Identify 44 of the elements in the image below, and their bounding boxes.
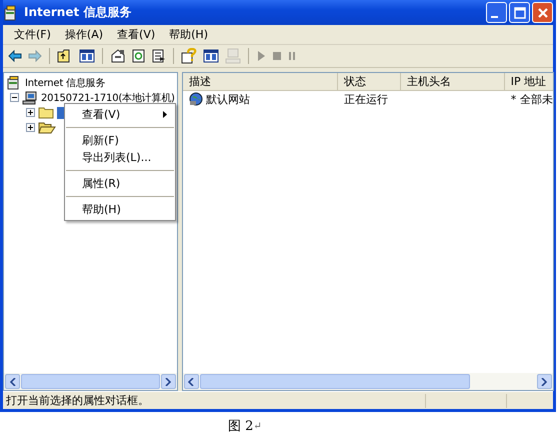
context-menu-item[interactable]: 属性(R) bbox=[65, 175, 175, 192]
paragraph-mark: ↵ bbox=[253, 420, 262, 432]
folder-icon bbox=[38, 106, 54, 119]
context-menu-item[interactable]: 刷新(F) bbox=[65, 132, 175, 149]
menu-item[interactable]: 文件(F) bbox=[14, 27, 51, 42]
panes-icon[interactable] bbox=[79, 49, 95, 63]
properties-icon[interactable] bbox=[110, 49, 126, 63]
column-header[interactable]: 主机头名 bbox=[400, 73, 505, 90]
column-header[interactable]: 描述 bbox=[182, 73, 338, 90]
table-cell-text: * 全部未 bbox=[510, 92, 553, 106]
column-header[interactable]: IP 地址 bbox=[504, 73, 553, 90]
tree-item[interactable]: Internet 信息服务 bbox=[25, 76, 106, 90]
maximize-button[interactable] bbox=[509, 2, 530, 23]
horizontal-scrollbar[interactable] bbox=[182, 373, 553, 390]
collapse-toggle[interactable] bbox=[10, 93, 19, 102]
menu-item[interactable]: 查看(V) bbox=[117, 27, 156, 42]
expand-toggle[interactable] bbox=[26, 108, 35, 117]
close-button[interactable] bbox=[532, 2, 553, 23]
globe-icon bbox=[188, 92, 204, 106]
menu-item[interactable]: 操作(A) bbox=[64, 27, 104, 42]
back-arrow-icon[interactable] bbox=[8, 50, 22, 62]
context-menu-item[interactable]: 导出列表(L)... bbox=[65, 149, 175, 166]
status-text: 打开当前选择的属性对话框。 bbox=[5, 393, 150, 408]
horizontal-scrollbar[interactable] bbox=[4, 373, 177, 390]
table-cell-text: 正在运行 bbox=[342, 92, 389, 106]
export-list-icon[interactable] bbox=[152, 49, 166, 63]
minimize-icon bbox=[491, 16, 498, 18]
window-title: Internet 信息服务 bbox=[24, 4, 132, 21]
help-icon[interactable] bbox=[181, 48, 197, 64]
computer-icon bbox=[22, 90, 38, 104]
minimize-button[interactable] bbox=[486, 2, 507, 23]
table-cell: 默认网站 bbox=[206, 92, 250, 106]
menu-item[interactable]: 帮助(H) bbox=[169, 27, 208, 42]
context-menu-item[interactable]: 帮助(H) bbox=[65, 201, 175, 218]
expand-toggle[interactable] bbox=[26, 123, 35, 132]
open-folder-icon bbox=[38, 121, 56, 134]
maximize-icon bbox=[514, 6, 526, 18]
tree-item[interactable]: 20150721-1710(本地计算机) bbox=[41, 90, 175, 104]
figure-caption: 图 2 bbox=[228, 418, 254, 435]
panes-icon[interactable] bbox=[203, 49, 219, 63]
context-menu-item[interactable]: 查看(V) bbox=[65, 106, 175, 123]
close-icon bbox=[536, 6, 548, 18]
refresh-icon[interactable] bbox=[132, 49, 146, 63]
column-header[interactable]: 状态 bbox=[338, 73, 401, 90]
